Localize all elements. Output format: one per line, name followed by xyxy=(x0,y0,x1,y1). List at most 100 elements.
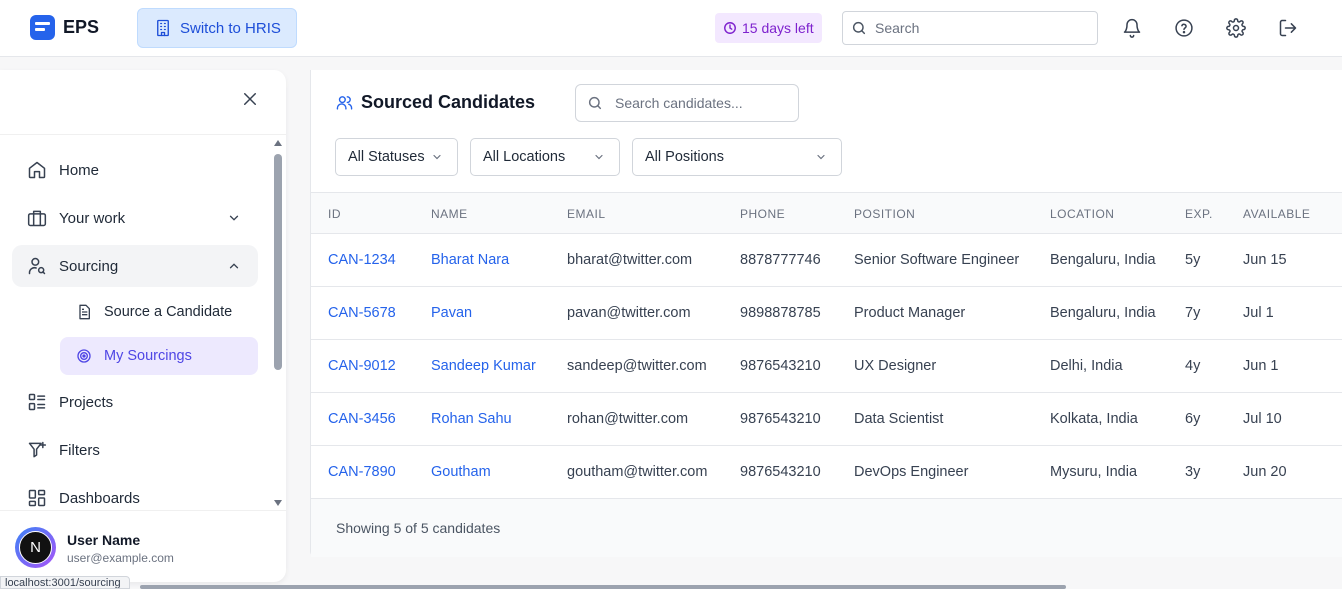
table-footer: Showing 5 of 5 candidates xyxy=(311,499,1342,557)
candidate-phone: 9876543210 xyxy=(740,358,821,374)
chevron-down-icon xyxy=(226,210,242,226)
sidebar-item-home[interactable]: Home xyxy=(12,149,258,191)
browser-status-url: localhost:3001/sourcing xyxy=(0,576,130,589)
location-filter[interactable]: All Locations xyxy=(470,138,620,176)
sidebar-item-projects[interactable]: Projects xyxy=(12,381,258,423)
page-title-text: Sourced Candidates xyxy=(361,92,536,112)
switch-to-hris-button[interactable]: Switch to HRIS xyxy=(137,8,297,48)
sidebar-item-label: Sourcing xyxy=(59,257,119,275)
candidate-id-link[interactable]: CAN-9012 xyxy=(328,358,396,374)
candidate-available: Jul 1 xyxy=(1243,305,1274,321)
table-row[interactable]: CAN-1234 Bharat Nara bharat@twitter.com … xyxy=(311,234,1342,287)
candidate-location: Bengaluru, India xyxy=(1050,252,1156,268)
column-header-email[interactable]: EMAIL xyxy=(567,207,606,221)
candidate-email: bharat@twitter.com xyxy=(567,252,693,268)
chevron-down-icon xyxy=(593,151,605,167)
trial-badge: 15 days left xyxy=(715,13,822,43)
user-search-icon xyxy=(27,256,47,276)
avatar-initial: N xyxy=(19,531,52,564)
candidate-name-link[interactable]: Goutham xyxy=(431,464,491,480)
logout-icon[interactable] xyxy=(1277,17,1299,39)
candidate-id-link[interactable]: CAN-3456 xyxy=(328,411,396,427)
sidebar-item-label: Projects xyxy=(59,393,114,411)
candidate-search[interactable] xyxy=(575,84,799,122)
column-header-available[interactable]: AVAILABLE xyxy=(1243,207,1310,221)
candidate-location: Kolkata, India xyxy=(1050,411,1138,427)
horizontal-scrollbar[interactable] xyxy=(140,585,1066,589)
candidate-location: Bengaluru, India xyxy=(1050,305,1156,321)
sidebar-subitem-label: My Sourcings xyxy=(104,348,192,364)
user-name: User Name xyxy=(67,532,141,548)
position-filter[interactable]: All Positions xyxy=(632,138,842,176)
table-row[interactable]: CAN-5678 Pavan pavan@twitter.com 9898878… xyxy=(311,287,1342,340)
column-header-id[interactable]: ID xyxy=(328,207,341,221)
search-icon xyxy=(588,96,602,110)
candidate-id-link[interactable]: CAN-7890 xyxy=(328,464,396,480)
users-icon xyxy=(336,96,353,110)
sidebar-item-sourcing[interactable]: Sourcing xyxy=(12,245,258,287)
logo-text: EPS xyxy=(63,17,100,37)
candidate-name-link[interactable]: Rohan Sahu xyxy=(431,411,512,427)
clock-icon xyxy=(724,22,736,34)
switch-label: Switch to HRIS xyxy=(180,19,281,37)
avatar[interactable]: N xyxy=(15,527,56,568)
scroll-up-arrow[interactable] xyxy=(274,140,282,146)
candidate-email: goutham@twitter.com xyxy=(567,464,708,480)
close-sidebar-icon[interactable] xyxy=(241,90,259,108)
candidate-email: rohan@twitter.com xyxy=(567,411,689,427)
column-header-exp[interactable]: EXP. xyxy=(1185,207,1213,221)
column-header-position[interactable]: POSITION xyxy=(854,207,915,221)
chevron-down-icon xyxy=(431,151,443,167)
help-icon[interactable] xyxy=(1173,17,1195,39)
table-row[interactable]: CAN-9012 Sandeep Kumar sandeep@twitter.c… xyxy=(311,340,1342,393)
candidate-experience: 4y xyxy=(1185,358,1201,374)
list-icon xyxy=(27,392,47,412)
table-row[interactable]: CAN-7890 Goutham goutham@twitter.com 987… xyxy=(311,446,1342,499)
sidebar-subitem-source-candidate[interactable]: Source a Candidate xyxy=(60,293,258,331)
user-profile[interactable]: N User Name user@example.com xyxy=(0,510,286,582)
table-row[interactable]: CAN-3456 Rohan Sahu rohan@twitter.com 98… xyxy=(311,393,1342,446)
home-icon xyxy=(27,160,47,180)
candidate-name-link[interactable]: Sandeep Kumar xyxy=(431,358,536,374)
candidate-position: Senior Software Engineer xyxy=(854,252,1020,268)
candidate-search-input[interactable] xyxy=(615,95,795,111)
candidate-email: pavan@twitter.com xyxy=(567,305,691,321)
candidate-phone: 9898878785 xyxy=(740,305,821,321)
scroll-down-arrow[interactable] xyxy=(274,500,282,506)
candidate-id-link[interactable]: CAN-5678 xyxy=(328,305,396,321)
bell-icon[interactable] xyxy=(1121,17,1143,39)
sidebar-item-your-work[interactable]: Your work xyxy=(12,197,258,239)
column-header-location[interactable]: LOCATION xyxy=(1050,207,1114,221)
candidate-experience: 6y xyxy=(1185,411,1201,427)
candidate-phone: 9876543210 xyxy=(740,411,821,427)
column-header-name[interactable]: NAME xyxy=(431,207,468,221)
candidate-name-link[interactable]: Pavan xyxy=(431,305,472,321)
candidate-location: Mysuru, India xyxy=(1050,464,1138,480)
table-header: ID NAME EMAIL PHONE POSITION LOCATION EX… xyxy=(311,192,1342,234)
sidebar-subitem-my-sourcings[interactable]: My Sourcings xyxy=(60,337,258,375)
column-header-phone[interactable]: PHONE xyxy=(740,207,785,221)
scroll-thumb[interactable] xyxy=(274,154,282,370)
candidate-available: Jul 10 xyxy=(1243,411,1282,427)
sidebar-scrollbar[interactable] xyxy=(273,140,282,508)
candidate-available: Jun 20 xyxy=(1243,464,1287,480)
logo-icon xyxy=(30,15,55,40)
sidebar-subitem-label: Source a Candidate xyxy=(104,304,233,320)
app-logo[interactable]: EPS xyxy=(30,15,99,40)
global-search-input[interactable] xyxy=(875,20,1085,36)
status-filter[interactable]: All Statuses xyxy=(335,138,458,176)
status-filter-value: All Statuses xyxy=(348,149,425,165)
grid-icon xyxy=(27,488,47,508)
document-icon xyxy=(76,304,92,320)
sidebar-item-label: Your work xyxy=(59,209,126,227)
sidebar-item-filters[interactable]: Filters xyxy=(12,429,258,471)
building-icon xyxy=(157,19,169,37)
candidate-available: Jun 1 xyxy=(1243,358,1279,374)
candidate-email: sandeep@twitter.com xyxy=(567,358,707,374)
filter-icon xyxy=(27,440,47,460)
settings-icon[interactable] xyxy=(1225,17,1247,39)
candidate-id-link[interactable]: CAN-1234 xyxy=(328,252,396,268)
candidate-name-link[interactable]: Bharat Nara xyxy=(431,252,509,268)
target-icon xyxy=(76,348,92,364)
global-search[interactable] xyxy=(842,11,1098,45)
